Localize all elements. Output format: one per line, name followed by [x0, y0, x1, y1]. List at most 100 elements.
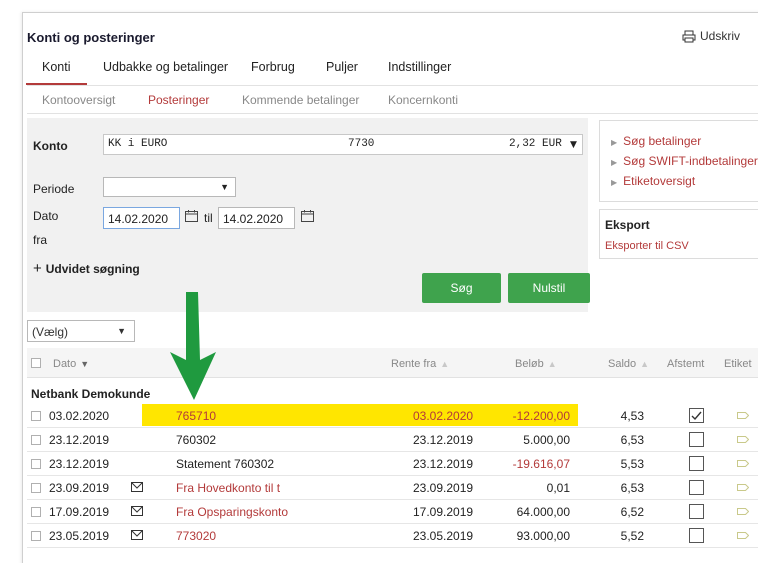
- row-saldo: 6,53: [620, 481, 644, 495]
- col-saldo[interactable]: Saldo ▲: [608, 358, 649, 370]
- row-text[interactable]: 765710: [176, 409, 216, 423]
- link-soeg-swift[interactable]: ▶ Søg SWIFT-indbetalinger: [611, 154, 758, 168]
- row-amount: 0,01: [546, 481, 570, 495]
- reset-button[interactable]: Nulstil: [508, 273, 590, 303]
- link-etiketoversigt[interactable]: ▶ Etiketoversigt: [611, 174, 695, 188]
- date-to-input[interactable]: 14.02.2020: [218, 207, 295, 229]
- table-row[interactable]: 17.09.2019 Fra Opsparingskonto 17.09.2019 6…: [27, 500, 758, 524]
- search-button[interactable]: Søg: [422, 273, 501, 303]
- col-afstemt[interactable]: Afstemt: [667, 358, 704, 370]
- row-amount: -19.616,07: [512, 457, 570, 471]
- col-etiket[interactable]: Etiket: [724, 358, 752, 370]
- row-rente-fra: 03.02.2020: [413, 409, 474, 423]
- tag-icon[interactable]: [737, 532, 749, 539]
- tag-icon[interactable]: [737, 484, 749, 491]
- udvidet-label: Udvidet søgning: [45, 261, 140, 276]
- afstemt-checkbox[interactable]: [689, 432, 704, 447]
- chevron-down-icon: ▼: [117, 326, 126, 336]
- table-row[interactable]: 23.09.2019 Fra Hovedkonto til t 23.09.2019…: [27, 476, 758, 500]
- row-text[interactable]: Fra Hovedkonto til t: [176, 481, 280, 495]
- plus-icon: +: [33, 260, 42, 277]
- print-button[interactable]: Udskriv: [682, 29, 740, 43]
- row-checkbox[interactable]: [31, 411, 41, 421]
- row-text[interactable]: 773020: [176, 529, 216, 543]
- afstemt-checkbox[interactable]: [689, 528, 704, 543]
- table-row[interactable]: 23.05.2019 773020 23.05.2019 93.000,00 5,52: [27, 524, 758, 548]
- row-date: 17.09.2019: [49, 505, 110, 519]
- table-row[interactable]: 23.12.2019 Statement 760302 23.12.2019 -19.…: [27, 452, 758, 476]
- page-title: Konti og posteringer: [27, 30, 155, 45]
- sub-tabs: Kontooversigt Posteringer Kommende betal…: [27, 86, 758, 114]
- subtab-koncernkonti[interactable]: Koncernkonti: [388, 93, 458, 107]
- row-rente-fra: 23.05.2019: [413, 529, 474, 543]
- konto-select[interactable]: KK i EURO 7730 2,32 EUR ▼: [103, 134, 583, 155]
- select-all-checkbox[interactable]: [31, 358, 41, 368]
- row-checkbox[interactable]: [31, 507, 41, 517]
- filter-value: (Vælg): [32, 325, 69, 339]
- row-rente-fra: 23.09.2019: [413, 481, 474, 495]
- row-date: 23.12.2019: [49, 433, 110, 447]
- row-saldo: 6,52: [620, 505, 644, 519]
- tag-icon[interactable]: [737, 436, 749, 443]
- tag-icon[interactable]: [737, 412, 749, 419]
- tab-forbrug[interactable]: Forbrug: [251, 60, 295, 74]
- konto-balance: 2,32 EUR: [509, 138, 562, 150]
- envelope-icon: [131, 506, 143, 516]
- col-rente-fra[interactable]: Rente fra ▲: [391, 358, 449, 370]
- chevron-down-icon: ▼: [220, 182, 229, 192]
- periode-label: Periode: [33, 182, 75, 196]
- calendar-icon[interactable]: [301, 210, 314, 222]
- row-amount: 93.000,00: [516, 529, 570, 543]
- konto-number: 7730: [348, 138, 375, 150]
- group-header: Netbank Demokunde: [31, 387, 151, 401]
- col-beloeb[interactable]: Beløb ▲: [515, 358, 557, 370]
- down-arrow-graphic: [170, 292, 216, 400]
- afstemt-checkbox[interactable]: [689, 408, 704, 423]
- afstemt-checkbox[interactable]: [689, 480, 704, 495]
- subtab-posteringer[interactable]: Posteringer: [148, 93, 209, 107]
- printer-icon: [682, 30, 696, 42]
- row-checkbox[interactable]: [31, 531, 41, 541]
- row-saldo: 5,53: [620, 457, 644, 471]
- dato-label: Dato: [33, 209, 59, 223]
- row-checkbox[interactable]: [31, 435, 41, 445]
- tag-icon[interactable]: [737, 460, 749, 467]
- row-amount: -12.200,00: [512, 409, 570, 423]
- udvidet-soegning-toggle[interactable]: + Udvidet søgning: [33, 260, 140, 277]
- row-checkbox[interactable]: [31, 483, 41, 493]
- row-text[interactable]: Fra Opsparingskonto: [176, 505, 288, 519]
- row-text: Statement 760302: [176, 457, 275, 471]
- col-dato[interactable]: Dato ▼: [53, 358, 89, 370]
- tab-konti[interactable]: Konti: [26, 60, 86, 85]
- row-date: 23.09.2019: [49, 481, 110, 495]
- row-amount: 64.000,00: [516, 505, 570, 519]
- periode-select[interactable]: ▼: [103, 177, 236, 197]
- date-from-input[interactable]: 14.02.2020: [103, 207, 180, 229]
- row-saldo: 5,52: [620, 529, 644, 543]
- sort-up-icon: ▲: [440, 359, 450, 369]
- print-label: Udskriv: [700, 29, 741, 43]
- sort-down-icon: ▼: [80, 359, 90, 369]
- subtab-kontooversigt[interactable]: Kontooversigt: [42, 93, 115, 107]
- til-label: til: [204, 211, 213, 225]
- afstemt-checkbox[interactable]: [689, 456, 704, 471]
- subtab-kommende[interactable]: Kommende betalinger: [242, 93, 359, 107]
- calendar-icon[interactable]: [185, 210, 198, 222]
- tab-indstillinger[interactable]: Indstillinger: [388, 60, 451, 74]
- row-date: 03.02.2020: [49, 409, 110, 423]
- table-row[interactable]: 03.02.2020 765710 03.02.2020 -12.200,00 4,53: [27, 404, 758, 428]
- row-checkbox[interactable]: [31, 459, 41, 469]
- afstemt-checkbox[interactable]: [689, 504, 704, 519]
- table-row[interactable]: 23.12.2019 760302 23.12.2019 5.000,00 6,53: [27, 428, 758, 452]
- tab-udbakke[interactable]: Udbakke og betalinger: [103, 60, 228, 74]
- row-rente-fra: 23.12.2019: [413, 433, 474, 447]
- row-date: 23.05.2019: [49, 529, 110, 543]
- konto-label: Konto: [33, 139, 68, 153]
- caret-right-icon: ▶: [611, 178, 618, 187]
- row-saldo: 4,53: [620, 409, 644, 423]
- link-eksport-csv[interactable]: Eksporter til CSV: [605, 240, 689, 252]
- tab-puljer[interactable]: Puljer: [326, 60, 358, 74]
- link-soeg-betalinger[interactable]: ▶ Søg betalinger: [611, 134, 701, 148]
- filter-select[interactable]: (Vælg) ▼: [27, 320, 135, 342]
- tag-icon[interactable]: [737, 508, 749, 515]
